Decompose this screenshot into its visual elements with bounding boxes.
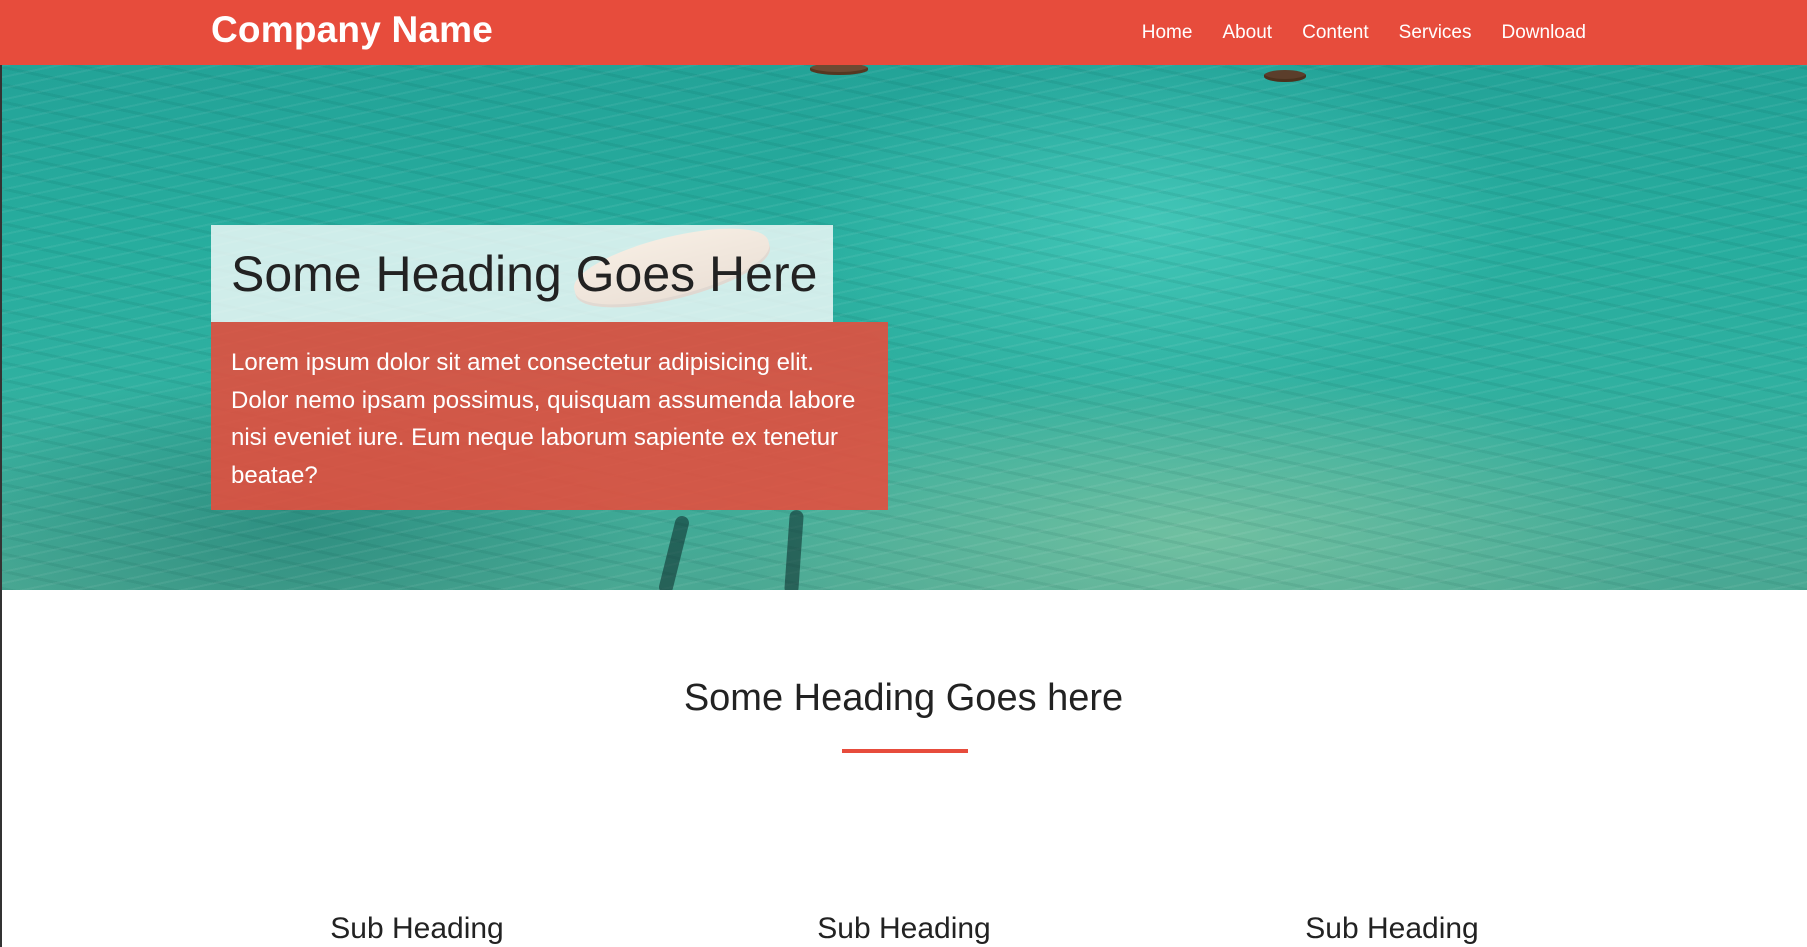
sub-heading: Sub Heading — [1305, 912, 1479, 945]
hero-heading: Some Heading Goes Here — [231, 245, 818, 302]
hero-text: Lorem ipsum dolor sit amet consectetur a… — [231, 349, 856, 489]
section-heading: Some Heading Goes here — [683, 677, 1124, 719]
nav-links: Home About Content Services Download — [1142, 0, 1586, 65]
nav-link-about[interactable]: About — [1222, 21, 1272, 45]
nav-link-content[interactable]: Content — [1302, 21, 1369, 45]
hero-text-box: Lorem ipsum dolor sit amet consectetur a… — [211, 322, 888, 510]
section-divider — [842, 749, 968, 753]
navbar: Company Name Home About Content Services… — [0, 0, 1807, 65]
nav-link-services[interactable]: Services — [1399, 21, 1472, 45]
hero-heading-box: Some Heading Goes Here — [211, 225, 833, 322]
sub-heading: Sub Heading — [330, 912, 504, 945]
nav-link-download[interactable]: Download — [1502, 21, 1587, 45]
sub-heading: Sub Heading — [817, 912, 991, 945]
brand-logo[interactable]: Company Name — [211, 8, 493, 52]
nav-link-home[interactable]: Home — [1142, 21, 1193, 45]
hero-banner: Some Heading Goes Here Lorem ipsum dolor… — [2, 65, 1807, 590]
boat-image — [1264, 70, 1306, 82]
page: Company Name Home About Content Services… — [0, 0, 1807, 947]
